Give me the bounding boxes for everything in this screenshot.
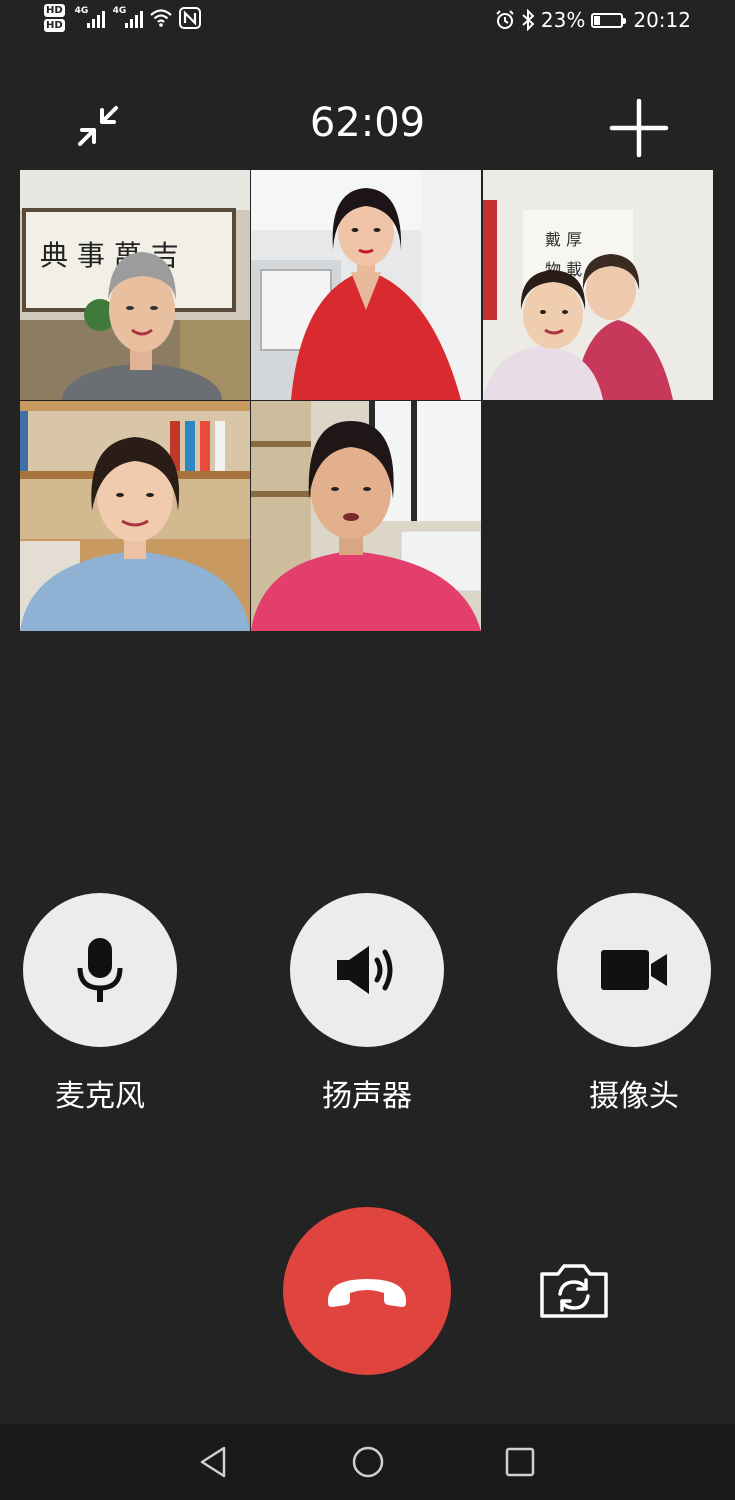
participant-video-5[interactable]	[251, 401, 481, 631]
participant-video-3[interactable]: 戴 厚 物 載	[483, 170, 713, 400]
home-icon	[352, 1446, 384, 1478]
hang-up-button[interactable]	[283, 1207, 451, 1375]
speaker-control: 扬声器	[290, 893, 444, 1115]
nav-home-button[interactable]	[350, 1444, 386, 1480]
switch-camera-icon	[540, 1264, 608, 1318]
wifi-icon	[149, 9, 172, 27]
video-grid: 典 事 萬 吉 戴 厚 物 載	[20, 170, 713, 632]
camera-control: 摄像头	[557, 893, 711, 1115]
hd-badge-1: HD	[44, 4, 65, 17]
network-type-1: 4G	[74, 6, 89, 16]
svg-text:戴 厚: 戴 厚	[545, 230, 582, 249]
camera-label: 摄像头	[589, 1079, 679, 1114]
hd-badges: HD HD	[44, 4, 65, 32]
microphone-label: 麦克风	[55, 1079, 145, 1114]
speaker-label: 扬声器	[322, 1079, 412, 1114]
speaker-icon	[337, 946, 393, 994]
network-type-2: 4G	[112, 6, 127, 16]
add-participant-button[interactable]	[609, 98, 669, 158]
bluetooth-icon	[522, 9, 535, 31]
add-participant-icon	[609, 98, 669, 158]
nav-recents-button[interactable]	[502, 1444, 538, 1480]
navigation-bar	[0, 1424, 735, 1500]
microphone-control: 麦克风	[23, 893, 177, 1115]
alarm-icon	[496, 10, 514, 29]
status-left: HD HD 4G 4G	[44, 4, 201, 32]
clock: 20:12	[633, 8, 691, 32]
battery-fill	[594, 15, 601, 25]
video-call-screen: HD HD 4G 4G 23% 20:12 62:09 典 事 萬 吉 戴 厚 …	[0, 0, 735, 1500]
back-icon	[200, 1446, 226, 1478]
participant-1-image: 典 事 萬 吉	[20, 170, 250, 400]
signal-icon-2: 4G	[112, 6, 143, 28]
switch-camera-button[interactable]	[538, 1262, 610, 1320]
nfc-icon	[178, 7, 201, 29]
speaker-button[interactable]	[290, 893, 444, 1047]
recents-icon	[505, 1447, 535, 1477]
participant-4-image	[20, 401, 250, 631]
nav-back-button[interactable]	[196, 1444, 232, 1480]
battery-percent: 23%	[540, 8, 586, 32]
participant-video-4[interactable]	[20, 401, 250, 631]
status-right: 23% 20:12	[495, 8, 691, 32]
hang-up-icon	[328, 1279, 406, 1307]
microphone-icon	[77, 938, 123, 1002]
microphone-button[interactable]	[23, 893, 177, 1047]
signal-icon-1: 4G	[74, 6, 105, 28]
participant-3-image: 戴 厚 物 載	[483, 170, 713, 400]
participant-5-image	[251, 401, 481, 631]
participant-video-2[interactable]	[251, 170, 481, 400]
battery-icon	[591, 12, 627, 28]
participant-2-image	[251, 170, 481, 400]
hd-badge-2: HD	[44, 19, 65, 32]
participant-video-1[interactable]: 典 事 萬 吉	[20, 170, 250, 400]
video-camera-icon	[601, 950, 667, 990]
camera-button[interactable]	[557, 893, 711, 1047]
status-bar: HD HD 4G 4G 23% 20:12	[0, 0, 735, 44]
